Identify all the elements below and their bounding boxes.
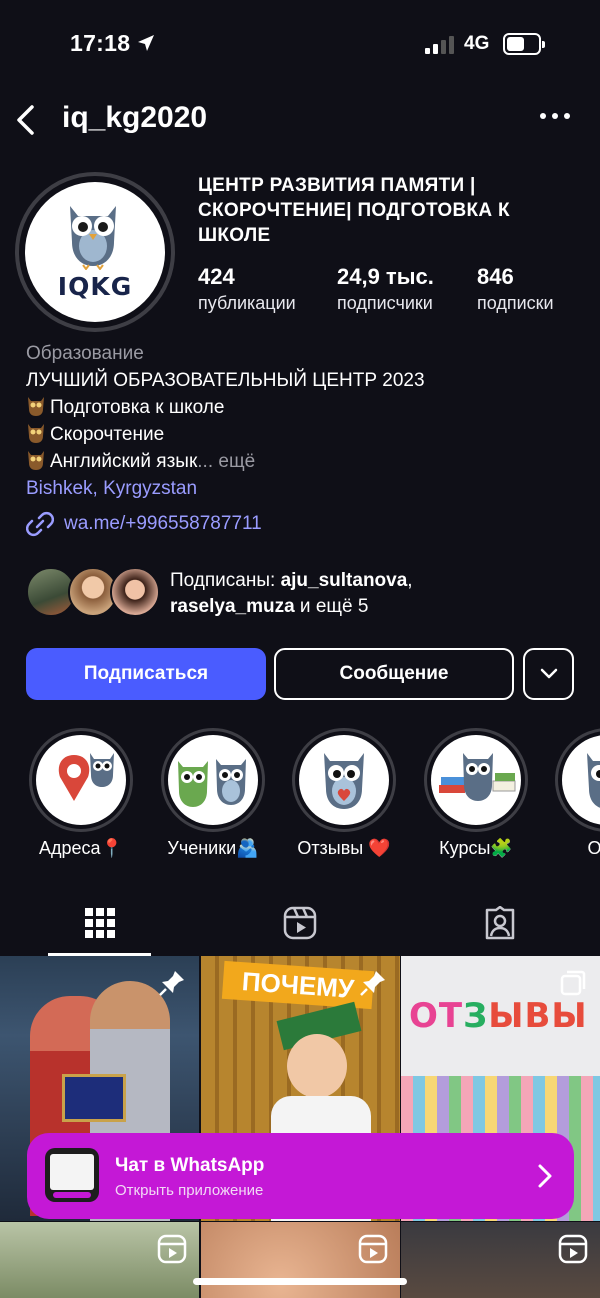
- more-options-icon[interactable]: [540, 113, 570, 123]
- follow-button[interactable]: Подписаться: [26, 648, 266, 700]
- reel-icon: [157, 1234, 187, 1264]
- home-indicator[interactable]: [193, 1278, 407, 1285]
- bio-more-link[interactable]: ... ещё: [197, 451, 255, 472]
- followed-by-text: Подписаны: aju_sultanova, raselya_muza и…: [170, 568, 570, 620]
- highlight-students[interactable]: Ученики🫂: [158, 728, 268, 859]
- status-bar: 17:18 4G: [0, 0, 600, 90]
- followed-by[interactable]: Подписаны: aju_sultanova, raselya_muza и…: [26, 567, 586, 619]
- bio-line: Подготовка к школе: [26, 394, 586, 421]
- message-button[interactable]: Сообщение: [274, 648, 514, 700]
- bio-line: ЛУЧШИЙ ОБРАЗОВАТЕЛЬНЫЙ ЦЕНТР 2023: [26, 370, 425, 391]
- whatsapp-chat-banner[interactable]: Чат в WhatsApp Открыть приложение: [27, 1133, 574, 1219]
- stat-posts[interactable]: 424 публикации: [198, 264, 296, 314]
- stat-followers-count: 24,9 тыс.: [337, 264, 434, 289]
- follower-avatars: [26, 567, 166, 619]
- cell-signal-icon: [425, 34, 457, 54]
- owl-books-icon: [439, 753, 516, 801]
- stat-following-label: подписки: [477, 293, 554, 313]
- profile-avatar[interactable]: IQKG: [15, 172, 175, 332]
- whatsapp-banner-subtitle: Открыть приложение: [115, 1182, 264, 1199]
- highlight-label: Курсы🧩: [439, 838, 513, 858]
- tab-tagged[interactable]: [400, 890, 600, 956]
- stat-posts-label: публикации: [198, 293, 296, 313]
- post-thumbnail[interactable]: [0, 1222, 199, 1298]
- bio-location[interactable]: Bishkek, Kyrgyzstan: [26, 475, 586, 502]
- post-thumbnail[interactable]: [201, 1222, 400, 1298]
- profile-tabs: [0, 890, 600, 956]
- stat-following-count: 846: [477, 264, 514, 289]
- profile-header: iq_kg2020: [0, 95, 600, 147]
- tagged-user-icon: [485, 906, 515, 940]
- bio-link-text: wa.me/+996558787711: [64, 513, 262, 534]
- bio-line-text: Скорочтение: [50, 424, 165, 445]
- whatsapp-banner-thumbnail: [45, 1148, 99, 1202]
- followed-by-prefix: Подписаны:: [170, 570, 281, 591]
- owl-icon: [587, 753, 600, 808]
- reels-icon: [283, 906, 317, 940]
- bio-line: Английский язык... ещё: [26, 448, 586, 475]
- avatar-logo-text: IQKG: [57, 272, 133, 301]
- stat-followers-label: подписчики: [337, 293, 433, 313]
- stat-posts-count: 424: [198, 264, 235, 289]
- highlight-about[interactable]: О на: [552, 728, 600, 859]
- reel-icon: [558, 1234, 588, 1264]
- username-title: iq_kg2020: [62, 101, 208, 134]
- highlight-label: Ученики🫂: [167, 838, 259, 858]
- story-highlights: Адреса📍 Ученики🫂 Отзывы ❤️ Курсы🧩 О: [0, 728, 600, 868]
- owls-friends-icon: [178, 759, 246, 807]
- location-arrow-icon: [138, 35, 154, 51]
- reel-icon: [358, 1234, 388, 1264]
- highlight-label: Адреса📍: [39, 838, 123, 858]
- chevron-down-icon: [540, 668, 557, 679]
- avatar-image: IQKG: [25, 182, 165, 322]
- tab-reels[interactable]: [200, 890, 400, 956]
- map-pin-owl-icon: [58, 753, 114, 801]
- whatsapp-banner-title: Чат в WhatsApp: [115, 1155, 265, 1176]
- bio-line-text: Английский язык: [50, 451, 198, 472]
- stat-followers[interactable]: 24,9 тыс. подписчики: [337, 264, 434, 314]
- post-thumbnail[interactable]: [401, 1222, 600, 1298]
- follower-username[interactable]: aju_sultanova: [281, 570, 408, 591]
- pin-icon: [159, 971, 184, 996]
- back-arrow-icon[interactable]: [12, 103, 40, 137]
- link-icon: [26, 511, 54, 537]
- avatar: [110, 567, 160, 617]
- grid-icon: [85, 908, 115, 938]
- battery-icon: [503, 33, 545, 55]
- highlight-courses[interactable]: Курсы🧩: [421, 728, 531, 859]
- network-type: 4G: [464, 33, 490, 54]
- owl-emoji-icon: [28, 397, 44, 416]
- highlight-addresses[interactable]: Адреса📍: [26, 728, 136, 859]
- bio-category: Образование: [26, 343, 144, 364]
- bio-line: Скорочтение: [26, 421, 586, 448]
- bio-line-text: Подготовка к школе: [50, 397, 225, 418]
- highlight-label: О на: [587, 838, 600, 858]
- post-overlay-text: ОТЗЫВЫ: [409, 996, 588, 1036]
- owl-emoji-icon: [28, 451, 44, 470]
- carousel-icon: [560, 970, 586, 996]
- tab-posts-grid[interactable]: [0, 890, 200, 956]
- profile-bio: Образование ЛУЧШИЙ ОБРАЗОВАТЕЛЬНЫЙ ЦЕНТР…: [26, 340, 586, 502]
- bio-link[interactable]: wa.me/+996558787711: [26, 510, 262, 538]
- profile-display-name: ЦЕНТР РАЗВИТИЯ ПАМЯТИ | СКОРОЧТЕНИЕ| ПОД…: [198, 175, 510, 246]
- owl-logo-icon: [70, 206, 116, 270]
- stat-following[interactable]: 846 подписки: [477, 264, 554, 314]
- owl-emoji-icon: [28, 424, 44, 443]
- pin-icon: [360, 971, 385, 996]
- follower-username[interactable]: raselya_muza: [170, 596, 295, 617]
- suggested-accounts-button[interactable]: [523, 648, 574, 700]
- status-time: 17:18: [70, 30, 131, 56]
- owl-heart-icon: [324, 753, 364, 809]
- chevron-right-icon: [538, 1164, 552, 1188]
- followed-by-separator: ,: [407, 570, 413, 591]
- highlight-label: Отзывы ❤️: [297, 838, 391, 858]
- highlight-reviews[interactable]: Отзывы ❤️: [289, 728, 399, 859]
- followed-by-suffix: и ещё 5: [294, 596, 369, 617]
- posts-grid: ПОЧЕМУ ОТЗЫВЫ: [0, 956, 600, 1298]
